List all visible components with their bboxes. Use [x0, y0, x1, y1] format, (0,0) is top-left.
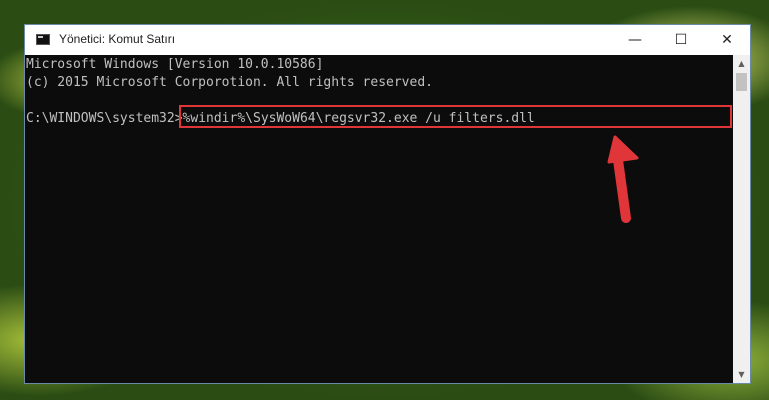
- window-title: Yönetici: Komut Satırı: [59, 32, 176, 46]
- cmd-icon: [36, 34, 50, 45]
- command-highlight-box: [179, 105, 732, 128]
- console-line-copyright: (c) 2015 Microsoft Corporotion. All righ…: [26, 75, 433, 90]
- close-button[interactable]: ✕: [704, 25, 750, 55]
- minimize-button[interactable]: —: [612, 25, 658, 55]
- scroll-down-icon[interactable]: ▼: [733, 366, 750, 383]
- scrollbar-thumb[interactable]: [736, 73, 747, 91]
- console-prompt: C:\WINDOWS\system32>: [26, 111, 183, 126]
- red-arrow-icon: [607, 135, 639, 223]
- console-line-version: Microsoft Windows [Version 10.0.10586]: [26, 57, 324, 72]
- maximize-button[interactable]: ☐: [658, 25, 704, 55]
- scroll-up-icon[interactable]: ▲: [733, 55, 750, 72]
- vertical-scrollbar[interactable]: ▲ ▼: [733, 55, 750, 383]
- title-bar[interactable]: Yönetici: Komut Satırı — ☐ ✕: [25, 25, 750, 55]
